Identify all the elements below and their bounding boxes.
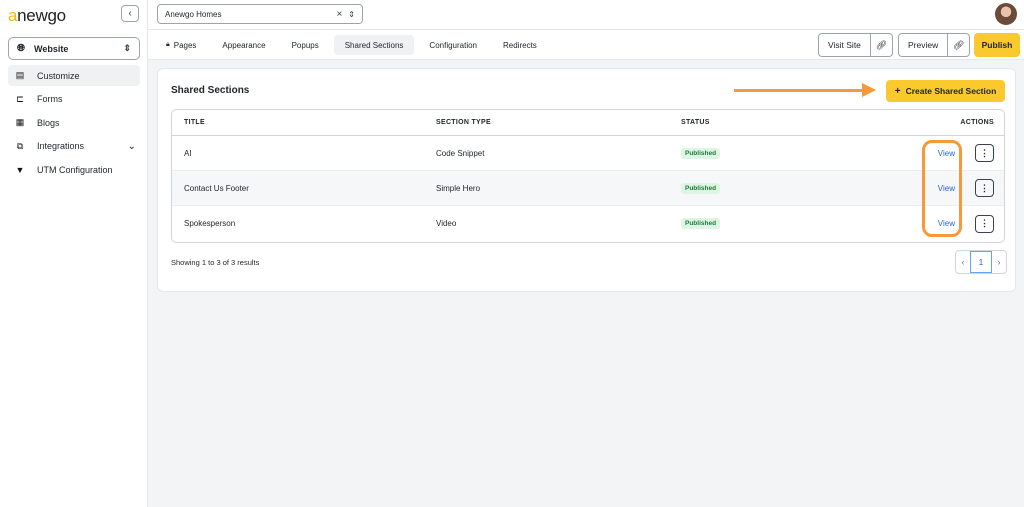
- row-status-cell: Published: [671, 182, 901, 194]
- next-page-button[interactable]: ›: [992, 251, 1006, 273]
- top-bar: Anewgo Homes × ⇕: [148, 0, 1024, 30]
- sidebar-item-integrations[interactable]: ⧉ Integrations ⌄: [8, 136, 140, 157]
- row-title: Contact Us Footer: [184, 183, 249, 193]
- tab-label: Pages: [173, 40, 197, 50]
- annotation-highlight-box: [922, 140, 962, 237]
- sidebar-item-label: Customize: [37, 70, 80, 81]
- annotation-arrow-icon: [862, 83, 876, 97]
- table-row: Contact Us Footer Simple Hero Published …: [172, 171, 1004, 206]
- copy-site-link-button[interactable]: 🔗︎: [869, 34, 892, 56]
- link-icon: 🔗︎: [875, 39, 888, 50]
- sidebar-item-label: Forms: [37, 94, 63, 104]
- tab-configuration[interactable]: Configuration: [418, 35, 488, 55]
- column-header-actions: ACTIONS: [960, 119, 994, 126]
- tab-label: Popups: [291, 40, 319, 50]
- collapse-sidebar-button[interactable]: ‹: [121, 5, 139, 22]
- lock-icon: 🔒︎: [166, 41, 170, 48]
- chevron-updown-icon: ⇕: [123, 43, 131, 53]
- tab-redirects[interactable]: Redirects: [492, 35, 548, 55]
- table-row: AI Code Snippet Published View ⋮: [172, 136, 1004, 171]
- column-header-title[interactable]: TITLE: [172, 119, 436, 126]
- tab-pages[interactable]: 🔒︎ Pages: [155, 35, 207, 55]
- chevron-right-icon: ›: [997, 257, 1001, 267]
- row-title: Spokesperson: [184, 219, 236, 228]
- tab-shared-sections[interactable]: Shared Sections: [333, 35, 415, 55]
- sidebar-nav: ▤ Customize ⊏ Forms ▦ Blogs ⧉ Integratio…: [8, 65, 140, 183]
- avatar[interactable]: [995, 3, 1017, 25]
- globe-icon: 🌐︎: [17, 43, 25, 54]
- link-icon: 🔗︎: [953, 39, 965, 50]
- chevron-updown-icon: ⇕: [348, 9, 355, 19]
- preview-group: Preview 🔗︎: [898, 33, 971, 57]
- chevron-left-icon: ‹: [128, 8, 132, 19]
- row-section-type: Code Snippet: [436, 148, 485, 158]
- tab-label: Configuration: [429, 40, 478, 50]
- sidebar-item-blogs[interactable]: ▦ Blogs: [8, 112, 140, 133]
- more-actions-button[interactable]: ⋮: [975, 214, 994, 233]
- create-shared-section-label: Create Shared Section: [905, 86, 997, 96]
- column-header-status[interactable]: STATUS: [671, 119, 901, 126]
- blogs-icon: ▦: [15, 117, 25, 127]
- plus-icon: +: [894, 85, 901, 97]
- sidebar-item-label: UTM Configuration: [37, 164, 113, 175]
- customize-icon: ▤: [15, 70, 25, 80]
- chevron-down-icon: ⌄: [127, 140, 136, 152]
- app-logo[interactable]: anewgo: [8, 6, 66, 26]
- row-section-type: Simple Hero: [436, 183, 481, 193]
- more-actions-button[interactable]: ⋮: [975, 144, 994, 162]
- prev-page-button[interactable]: ‹: [956, 251, 970, 273]
- pagination: ‹ 1 ›: [955, 250, 1007, 274]
- column-header-section-type[interactable]: SECTION TYPE: [436, 119, 671, 126]
- project-select-value: Anewgo Homes: [165, 9, 222, 19]
- visit-site-group: Visit Site 🔗︎: [818, 33, 893, 57]
- table-row: Spokesperson Video Published View ⋮: [172, 206, 1004, 241]
- sidebar-item-forms[interactable]: ⊏ Forms: [8, 89, 140, 110]
- more-vertical-icon: ⋮: [980, 147, 989, 158]
- results-summary: Showing 1 to 3 of 3 results: [171, 258, 260, 267]
- row-section-type: Video: [436, 219, 457, 228]
- create-shared-section-button[interactable]: + Create Shared Section: [886, 80, 1005, 102]
- site-select[interactable]: 🌐︎ Website ⇕: [8, 37, 140, 60]
- page-number-button[interactable]: 1: [970, 251, 992, 273]
- publish-button[interactable]: Publish: [974, 33, 1020, 57]
- sidebar-item-label: Integrations: [37, 141, 85, 151]
- close-icon[interactable]: ×: [336, 9, 342, 20]
- integrations-icon: ⧉: [16, 140, 24, 151]
- tab-popups[interactable]: Popups: [281, 35, 330, 55]
- more-actions-button[interactable]: ⋮: [975, 179, 994, 197]
- table-header: TITLE SECTION TYPE STATUS ACTIONS: [172, 110, 1004, 136]
- row-status-cell: Published: [671, 218, 901, 229]
- tab-bar: 🔒︎ Pages Appearance Popups Shared Sectio…: [148, 30, 1024, 60]
- tab-label: Shared Sections: [344, 40, 404, 50]
- project-select[interactable]: Anewgo Homes × ⇕: [157, 4, 363, 24]
- sidebar-item-utm-configuration[interactable]: ▼ UTM Configuration: [8, 159, 140, 180]
- sidebar-item-customize[interactable]: ▤ Customize: [8, 65, 140, 86]
- more-vertical-icon: ⋮: [980, 218, 989, 228]
- status-badge: Published: [681, 147, 721, 159]
- preview-button[interactable]: Preview: [899, 34, 947, 56]
- sidebar: anewgo ‹ 🌐︎ Website ⇕ ▤ Customize ⊏ Form…: [0, 0, 148, 507]
- site-select-label: Website: [34, 43, 69, 54]
- status-badge: Published: [681, 182, 721, 194]
- sidebar-item-label: Blogs: [37, 117, 60, 128]
- copy-preview-link-button[interactable]: 🔗︎: [947, 34, 969, 56]
- page-title: Shared Sections: [171, 85, 250, 96]
- shared-sections-table: TITLE SECTION TYPE STATUS ACTIONS AI Cod…: [171, 109, 1005, 243]
- row-title: AI: [184, 148, 192, 158]
- chevron-left-icon: ‹: [961, 257, 965, 267]
- row-status-cell: Published: [671, 147, 901, 159]
- tab-appearance[interactable]: Appearance: [211, 35, 276, 55]
- filter-icon: ▼: [15, 164, 25, 175]
- forms-icon: ⊏: [16, 93, 24, 104]
- tab-label: Appearance: [222, 40, 266, 50]
- visit-site-button[interactable]: Visit Site: [819, 34, 870, 56]
- tabs: 🔒︎ Pages Appearance Popups Shared Sectio…: [155, 35, 548, 55]
- status-badge: Published: [681, 218, 721, 229]
- more-vertical-icon: ⋮: [980, 182, 989, 193]
- shared-sections-card: Shared Sections + Create Shared Section …: [157, 68, 1016, 292]
- annotation-arrow-line: [734, 89, 864, 92]
- tab-label: Redirects: [503, 40, 537, 50]
